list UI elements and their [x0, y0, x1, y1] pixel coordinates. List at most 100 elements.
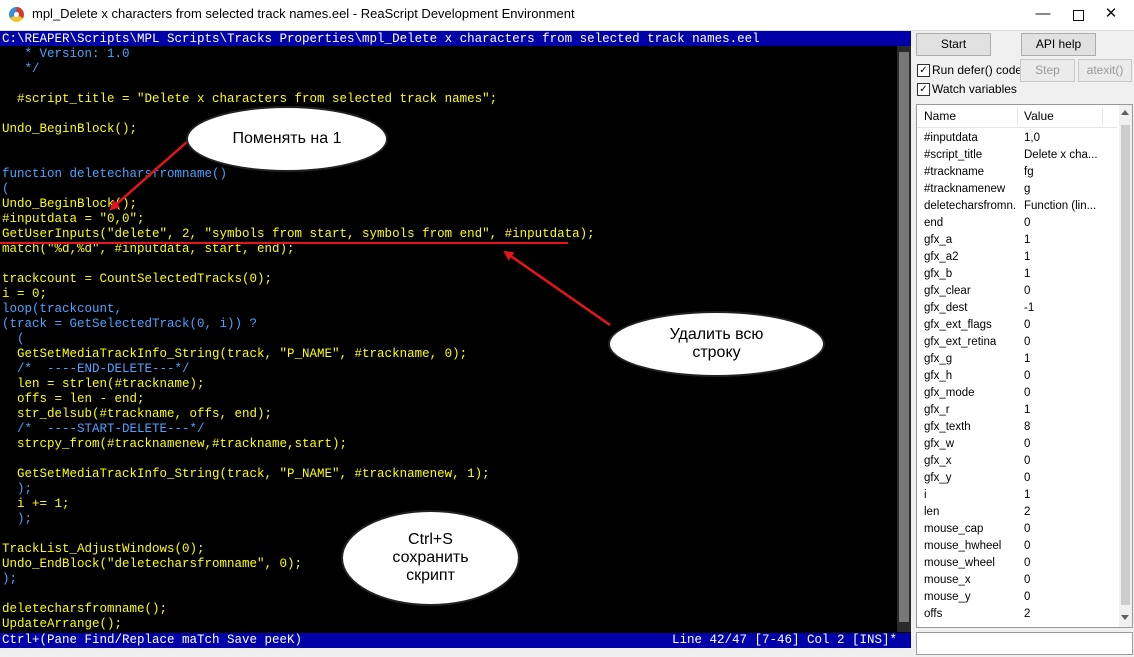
variable-value[interactable]: 1: [1024, 268, 1110, 280]
variable-value[interactable]: 0: [1024, 591, 1110, 603]
variable-value[interactable]: 1: [1024, 251, 1110, 263]
code-line[interactable]: /* ----END-DELETE---*/: [2, 362, 190, 377]
variable-value[interactable]: 0: [1024, 574, 1110, 586]
code-line[interactable]: /* ----START-DELETE---*/: [2, 422, 205, 437]
code-line[interactable]: );: [2, 512, 32, 527]
variable-value[interactable]: 0: [1024, 523, 1110, 535]
variable-value[interactable]: Function (lin...: [1024, 200, 1110, 212]
variable-value[interactable]: 0: [1024, 472, 1110, 484]
variables-list[interactable]: Name Value #inputdata 1,0 #script_title Del…: [916, 104, 1133, 628]
variable-value[interactable]: 2: [1024, 608, 1110, 620]
code-line[interactable]: );: [2, 572, 17, 587]
code-line[interactable]: deletecharsfromname();: [2, 602, 167, 617]
variable-name[interactable]: mouse_y: [924, 591, 1016, 603]
variable-value[interactable]: 1: [1024, 404, 1110, 416]
code-line[interactable]: GetSetMediaTrackInfo_String(track, "P_NA…: [2, 467, 490, 482]
variable-value[interactable]: Delete x cha...: [1024, 149, 1110, 161]
code-line[interactable]: i = 0;: [2, 287, 47, 302]
close-button[interactable]: ✕: [1088, 0, 1134, 30]
variable-value[interactable]: 1: [1024, 489, 1110, 501]
column-header-value[interactable]: Value: [1024, 109, 1054, 123]
column-divider[interactable]: [1102, 107, 1103, 125]
scroll-up-icon[interactable]: [1121, 110, 1129, 115]
watch-variables-checkbox[interactable]: ✓: [917, 83, 930, 96]
variable-value[interactable]: 0: [1024, 455, 1110, 467]
atexit-button[interactable]: atexit(): [1078, 59, 1132, 82]
variable-value[interactable]: 0: [1024, 285, 1110, 297]
scroll-down-icon[interactable]: [1121, 615, 1129, 620]
code-line[interactable]: str_delsub(#trackname, offs, end);: [2, 407, 272, 422]
variable-name[interactable]: gfx_texth: [924, 421, 1016, 433]
variable-name[interactable]: mouse_x: [924, 574, 1016, 586]
variable-name[interactable]: mouse_cap: [924, 523, 1016, 535]
code-line[interactable]: i += 1;: [2, 497, 70, 512]
code-line[interactable]: #script_title = "Delete x characters fro…: [2, 92, 497, 107]
code-line[interactable]: );: [2, 482, 32, 497]
start-button[interactable]: Start: [916, 33, 991, 56]
variable-value[interactable]: -1: [1024, 302, 1110, 314]
variables-scroll-thumb[interactable]: [1121, 125, 1130, 605]
variable-value[interactable]: g: [1024, 183, 1110, 195]
variable-name[interactable]: deletecharsfromn...: [924, 200, 1016, 212]
api-help-button[interactable]: API help: [1021, 33, 1096, 56]
code-line[interactable]: function deletecharsfromname(): [2, 167, 227, 182]
code-line[interactable]: Undo_BeginBlock();: [2, 197, 137, 212]
code-line[interactable]: UpdateArrange();: [2, 617, 122, 632]
watch-expression-input[interactable]: [916, 632, 1133, 655]
variable-name[interactable]: gfx_a2: [924, 251, 1016, 263]
variable-name[interactable]: #script_title: [924, 149, 1016, 161]
variable-name[interactable]: gfx_y: [924, 472, 1016, 484]
column-divider[interactable]: [1017, 107, 1018, 125]
code-line[interactable]: (: [2, 182, 10, 197]
variable-value[interactable]: 0: [1024, 557, 1110, 569]
variable-name[interactable]: gfx_a: [924, 234, 1016, 246]
variable-value[interactable]: fg: [1024, 166, 1110, 178]
variable-name[interactable]: offs: [924, 608, 1016, 620]
code-line[interactable]: * Version: 1.0: [2, 47, 130, 62]
variable-name[interactable]: #trackname: [924, 166, 1016, 178]
variable-value[interactable]: 1: [1024, 234, 1110, 246]
code-line[interactable]: Undo_BeginBlock();: [2, 122, 137, 137]
code-line[interactable]: loop(trackcount,: [2, 302, 122, 317]
code-line[interactable]: Undo_EndBlock("deletecharsfromname", 0);: [2, 557, 302, 572]
variable-value[interactable]: 0: [1024, 540, 1110, 552]
step-button[interactable]: Step: [1020, 59, 1075, 82]
variable-name[interactable]: gfx_mode: [924, 387, 1016, 399]
variable-name[interactable]: gfx_h: [924, 370, 1016, 382]
editor-scroll-thumb[interactable]: [899, 52, 909, 622]
variable-value[interactable]: 1: [1024, 353, 1110, 365]
variable-value[interactable]: 0: [1024, 438, 1110, 450]
code-line[interactable]: strcpy_from(#tracknamenew,#trackname,sta…: [2, 437, 347, 452]
variable-value[interactable]: 2: [1024, 506, 1110, 518]
variable-name[interactable]: #inputdata: [924, 132, 1016, 144]
variables-scrollbar[interactable]: [1119, 105, 1132, 627]
variable-value[interactable]: 8: [1024, 421, 1110, 433]
code-line[interactable]: GetUserInputs("delete", 2, "symbols from…: [2, 227, 595, 242]
variable-name[interactable]: gfx_r: [924, 404, 1016, 416]
code-line[interactable]: len = strlen(#trackname);: [2, 377, 205, 392]
variable-name[interactable]: len: [924, 506, 1016, 518]
variable-value[interactable]: 0: [1024, 336, 1110, 348]
code-line[interactable]: offs = len - end;: [2, 392, 145, 407]
variable-value[interactable]: 1,0: [1024, 132, 1110, 144]
code-line[interactable]: match("%d,%d", #inputdata, start, end);: [2, 242, 295, 257]
variable-name[interactable]: gfx_clear: [924, 285, 1016, 297]
variable-name[interactable]: gfx_ext_flags: [924, 319, 1016, 331]
variable-value[interactable]: 0: [1024, 387, 1110, 399]
variable-name[interactable]: end: [924, 217, 1016, 229]
code-line[interactable]: trackcount = CountSelectedTracks(0);: [2, 272, 272, 287]
code-line[interactable]: GetSetMediaTrackInfo_String(track, "P_NA…: [2, 347, 467, 362]
variable-name[interactable]: gfx_ext_retina: [924, 336, 1016, 348]
code-line[interactable]: (track = GetSelectedTrack(0, i)) ?: [2, 317, 257, 332]
editor-scrollbar[interactable]: [897, 46, 911, 632]
variable-name[interactable]: gfx_x: [924, 455, 1016, 467]
variable-name[interactable]: mouse_wheel: [924, 557, 1016, 569]
code-line[interactable]: (: [2, 332, 25, 347]
code-line[interactable]: #inputdata = "0,0";: [2, 212, 145, 227]
variable-name[interactable]: gfx_dest: [924, 302, 1016, 314]
variable-name[interactable]: mouse_hwheel: [924, 540, 1016, 552]
variable-value[interactable]: 0: [1024, 217, 1110, 229]
variable-name[interactable]: gfx_g: [924, 353, 1016, 365]
variable-name[interactable]: i: [924, 489, 1016, 501]
run-defer-checkbox[interactable]: ✓: [917, 64, 930, 77]
